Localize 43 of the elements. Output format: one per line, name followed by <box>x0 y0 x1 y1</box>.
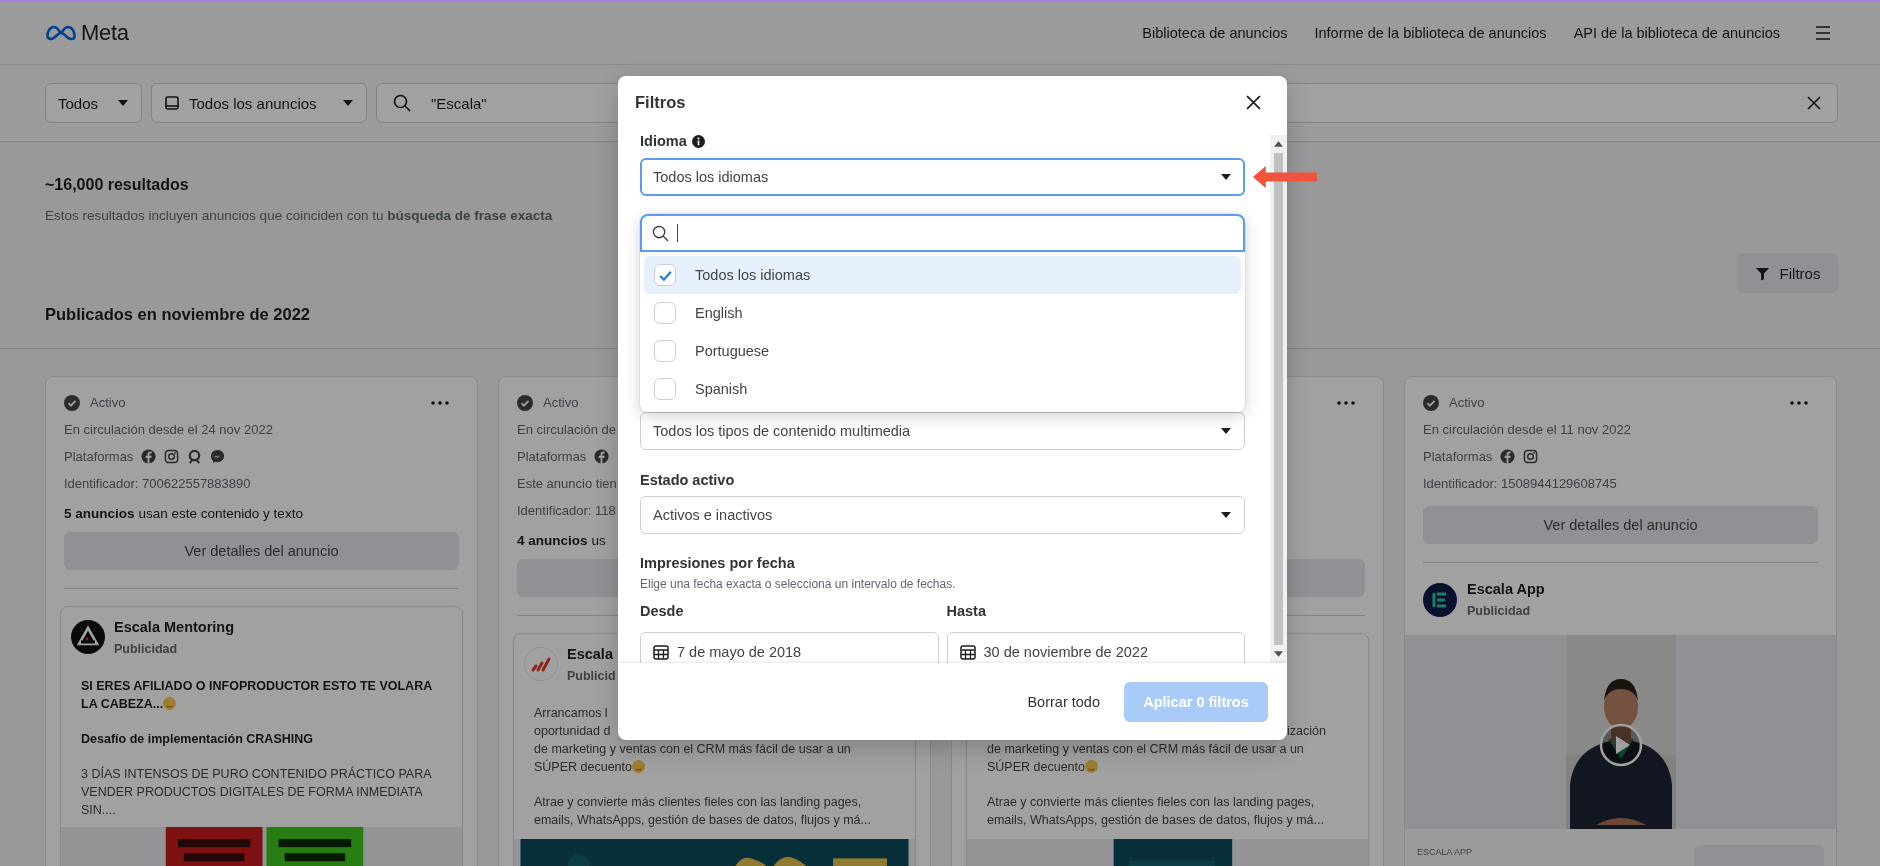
ad-text: Atrae y convierte más clientes fieles con las landing pages, <box>534 794 862 811</box>
run-date: En circulación desde el 24 nov 2022 <box>64 421 273 439</box>
usage-text: 5 anuncios usan este contenido y texto <box>64 504 303 523</box>
platforms-label: Plataformas <box>1423 449 1493 464</box>
field-hint: Elige una fecha exacta o selecciona un intervalo de fechas. <box>640 577 956 591</box>
ad-text: emails, WhatsApps, gestión de bases de datos, flujos y má... <box>534 812 871 829</box>
dialog-title: Filtros <box>635 92 686 112</box>
field-label: Desde <box>640 603 684 619</box>
field-label: Impresiones por fecha <box>640 555 795 571</box>
ad-text: SÚPER decuento <box>534 758 645 776</box>
notice-text: Este anuncio tien <box>517 475 617 493</box>
status-text: Activo <box>90 395 126 410</box>
platforms-label: Plataformas <box>64 449 134 464</box>
ad-text: emails, WhatsApps, gestión de bases de datos, flujos y má... <box>987 812 1324 829</box>
ad-text: Desafío de implementación CRASHING <box>81 731 313 748</box>
results-note: Estos resultados incluyen anuncios que coinciden con tu búsqueda de frase exacta <box>45 208 553 223</box>
section-title: Publicados en noviembre de 2022 <box>45 305 310 323</box>
sponsored-label: Publicid <box>567 668 616 683</box>
platforms-label: Plataformas <box>517 449 587 464</box>
link-caption: ESCALA APP <box>1417 847 1473 857</box>
usage-text: 4 anuncios us <box>517 531 606 550</box>
sponsored-label: Publicidad <box>114 641 178 656</box>
status-text: Activo <box>543 395 579 410</box>
field-label: Estado activo <box>640 472 735 488</box>
ad-id: Identificador: 700622557883890 <box>64 475 251 493</box>
ad-text: Atrae y convierte más clientes fieles con las landing pages, <box>987 794 1315 811</box>
field-label: Idioma <box>640 133 687 149</box>
run-date: En circulación desde el 11 nov 2022 <box>1423 421 1631 439</box>
status-text: Activo <box>1449 395 1485 410</box>
ad-text: ización <box>1287 723 1326 740</box>
ad-id: Identificador: 118 <box>517 502 616 520</box>
ad-text: de marketing y ventas con el CRM más fácil de usar a un <box>987 741 1304 758</box>
ad-text: Arrancamos l <box>534 705 608 722</box>
ad-text: 3 DÍAS INTENSOS DE PURO CONTENIDO PRÁCTICO PARA VENDER PRODUCTOS DIGITALES DE FORMA INMEDIATA SIN.... <box>81 765 433 819</box>
results-count: ~16,000 resultados <box>45 176 189 194</box>
ad-text: SÚPER decuento <box>987 758 1098 776</box>
ad-text: de marketing y ventas con el CRM más fácil de usar a un <box>534 741 851 758</box>
run-date: En circulación de <box>517 421 616 439</box>
ad-text: oportunidad d <box>534 723 611 740</box>
ad-text: SI ERES AFILIADO O INFOPRODUCTOR ESTO TE VOLARA LA CABEZA... <box>81 678 433 713</box>
ad-id: Identificador: 1508944129608745 <box>1423 475 1617 493</box>
sponsored-label: Publicidad <box>1467 604 1531 618</box>
field-label: Hasta <box>946 603 986 619</box>
